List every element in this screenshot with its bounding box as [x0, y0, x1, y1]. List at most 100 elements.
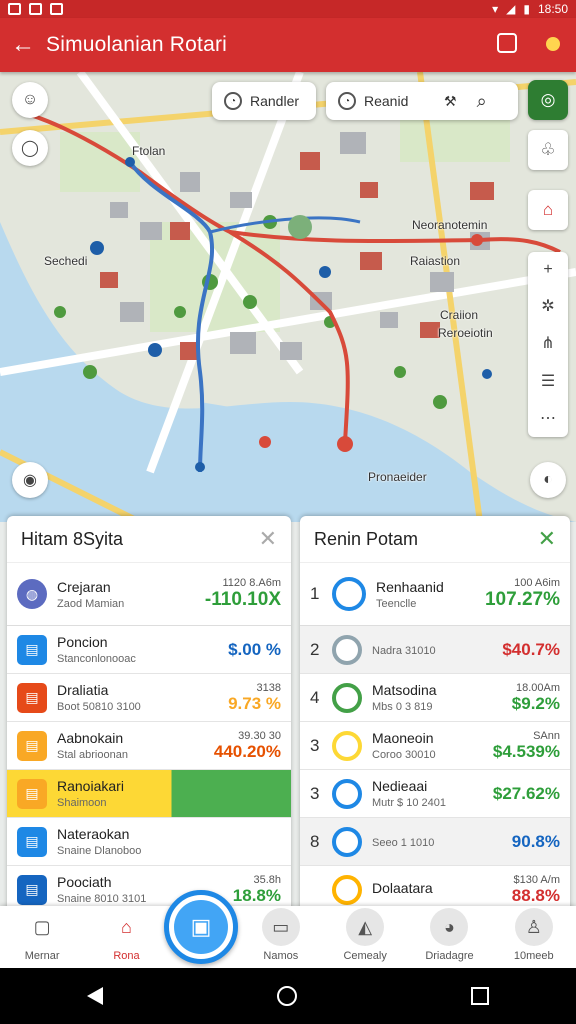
map-canvas [0, 72, 576, 522]
fullscreen-button[interactable] [484, 32, 530, 58]
origin-chip[interactable]: ◔ Randler [212, 82, 316, 120]
left-route-panel: Hitam 8Syita ✕ ◍ Crejaran Zaod Mamian 11… [7, 516, 291, 914]
home-circle-icon[interactable] [277, 986, 297, 1006]
gps-button[interactable]: ◉ [12, 462, 48, 498]
row-value: 440.20% [213, 741, 281, 761]
route-map[interactable]: Ftolan Sechedi Neoranotemin Raiastion Cr… [0, 72, 576, 522]
row-sub: Stal abrioonan [57, 749, 128, 761]
row-sub: Nadra 31010 [372, 645, 436, 657]
row-time: 3138 [256, 681, 281, 694]
list-item[interactable]: ▤ Draliatia Boot 50810 3100 3138 9.73 % [7, 674, 291, 722]
app-screen: ▾ ◢ ▮ 18:50 ← Simuolanian Rotari Ftolan … [0, 0, 576, 1024]
row-rank: 2 [310, 639, 320, 659]
close-icon[interactable]: ✕ [259, 526, 277, 552]
pin-icon [546, 36, 560, 51]
list-item[interactable]: 3 Nedieaai Mutr $ 10 2401 $27.62% [300, 770, 570, 818]
row-sub: Coroo 30010 [372, 749, 436, 761]
settings-icon[interactable]: ✲ [541, 296, 554, 316]
row-sub: Seeo 1 1010 [372, 837, 435, 849]
row-value: $9.2% [511, 693, 560, 713]
traffic-button[interactable]: ♧ [528, 130, 568, 170]
nav-label: Rona [113, 950, 140, 962]
map-label: Reroeiotin [438, 326, 493, 340]
battery-icon: ▮ [523, 2, 530, 16]
location-button[interactable] [530, 35, 576, 56]
traffic-icon: ♧ [540, 140, 556, 159]
list-item[interactable]: ▤ Aabnokain Stal abrioonan 39.30 30 440.20% [7, 722, 291, 770]
row-value: 18.8% [232, 885, 281, 905]
user-icon: ♙ [514, 908, 553, 946]
compass-icon: ◭ [346, 908, 385, 946]
share-icon[interactable]: ⋔ [541, 333, 554, 353]
system-navigation-bar [0, 968, 576, 1024]
nav-item-cemealy[interactable]: ◭ Cemealy [325, 908, 405, 962]
right-summary-row[interactable]: 1 Renhaanid Teenclle 100 A6im 107.27% [300, 562, 570, 626]
nav-item-mernar[interactable]: ▢ Mernar [2, 908, 82, 963]
origin-chip-label: Randler [250, 93, 300, 109]
map-label: Neoranotemin [412, 218, 488, 232]
map-label: Raiastion [410, 254, 461, 268]
close-icon[interactable]: ✕ [538, 526, 556, 552]
wifi-icon: ▾ [492, 2, 499, 16]
speech-bubble-icon: ◐ [543, 471, 553, 488]
nav-item-10meeb[interactable]: ♙ 10meeb [494, 908, 574, 962]
plus-icon[interactable]: + [543, 261, 552, 279]
row-value: $.00 % [228, 639, 281, 659]
left-summary-row[interactable]: ◍ Crejaran Zaod Mamian 1120 8.A6m -110.1… [7, 562, 291, 626]
back-icon[interactable] [87, 987, 103, 1005]
nav-item-rona[interactable]: ⌂ Rona [86, 908, 166, 963]
summary-sub: Zaod Mamian [57, 597, 125, 610]
search-icon[interactable]: ⌕ [477, 91, 487, 112]
row-sub: Mbs 0 3 819 [372, 701, 433, 713]
start-trip-button[interactable]: ▣ [164, 890, 238, 964]
right-panel-title: Renin Potam [314, 528, 419, 549]
row-value: 90.8% [511, 831, 560, 851]
nav-item-driadagre[interactable]: ◕ Driadagre [409, 908, 489, 962]
recents-icon[interactable] [471, 987, 489, 1005]
chat-button[interactable]: ◯ [12, 130, 48, 166]
clock-icon: ◔ [224, 92, 242, 110]
row-sub: Boot 50810 3100 [57, 701, 141, 713]
destination-chip-label: Reanid [364, 93, 409, 109]
list-item[interactable]: 8 Seeo 1 1010 90.8% [300, 818, 570, 866]
speech-button[interactable]: ◐ [530, 462, 566, 498]
home-button[interactable]: ⌂ [528, 190, 568, 230]
wrench-icon[interactable]: ⚒ [444, 93, 457, 110]
nav-label: Driadagre [425, 950, 474, 962]
summary-rank: 1 [310, 584, 320, 603]
row-value: $27.62% [492, 783, 560, 803]
signal-icon: ◢ [506, 2, 516, 16]
category-icon: ▤ [17, 874, 47, 905]
row-time: 39.30 30 [238, 729, 281, 742]
list-item[interactable]: ▤ Ranoiakari Shaimoon [7, 770, 291, 818]
progress-ring-icon [332, 874, 362, 905]
summary-value: 107.27% [484, 589, 560, 610]
row-sub: Stanconlonooac [57, 653, 136, 665]
list-item[interactable]: 3 Maoneoin Coroo 30010 SAnn $4.539% [300, 722, 570, 770]
row-sub: Shaimoon [57, 797, 107, 809]
list-item[interactable]: 4 Matsodina Mbs 0 3 819 18.00Am $9.2% [300, 674, 570, 722]
destination-chip[interactable]: ◔ Reanid ⚒ ⌕ [326, 82, 518, 120]
map-label: Pronaeider [368, 470, 427, 484]
row-rank: 3 [310, 735, 320, 755]
layers-icon: ◎ [540, 90, 556, 109]
list-item[interactable]: 2 Nadra 31010 $40.7% [300, 626, 570, 674]
row-value: $40.7% [502, 639, 560, 659]
locate-icon: ☺ [21, 91, 39, 108]
recenter-button[interactable]: ☺ [12, 82, 48, 118]
right-route-panel: Renin Potam ✕ 1 Renhaanid Teenclle 100 A… [300, 516, 570, 914]
nav-item-namos[interactable]: ▭ Namos [241, 908, 321, 962]
list-item[interactable]: ▤ Nateraokan Snaine Dlanoboo [7, 818, 291, 866]
list-icon[interactable]: ☰ [541, 371, 555, 391]
map-label: Sechedi [44, 254, 88, 268]
row-sub: Mutr $ 10 2401 [372, 797, 446, 809]
row-name: Dolaatara [372, 880, 433, 896]
category-icon: ▤ [17, 826, 47, 857]
back-arrow-icon[interactable]: ← [0, 31, 46, 59]
ruler-icon[interactable]: ⋯ [540, 408, 556, 428]
row-name: Ranoiakari [57, 778, 124, 794]
globe-icon: ◍ [17, 579, 47, 609]
layers-button[interactable]: ◎ [528, 80, 568, 120]
map-tool-stack: + ✲ ⋔ ☰ ⋯ [528, 252, 568, 437]
list-item[interactable]: ▤ Poncion Stanconlonooac $.00 % [7, 626, 291, 674]
